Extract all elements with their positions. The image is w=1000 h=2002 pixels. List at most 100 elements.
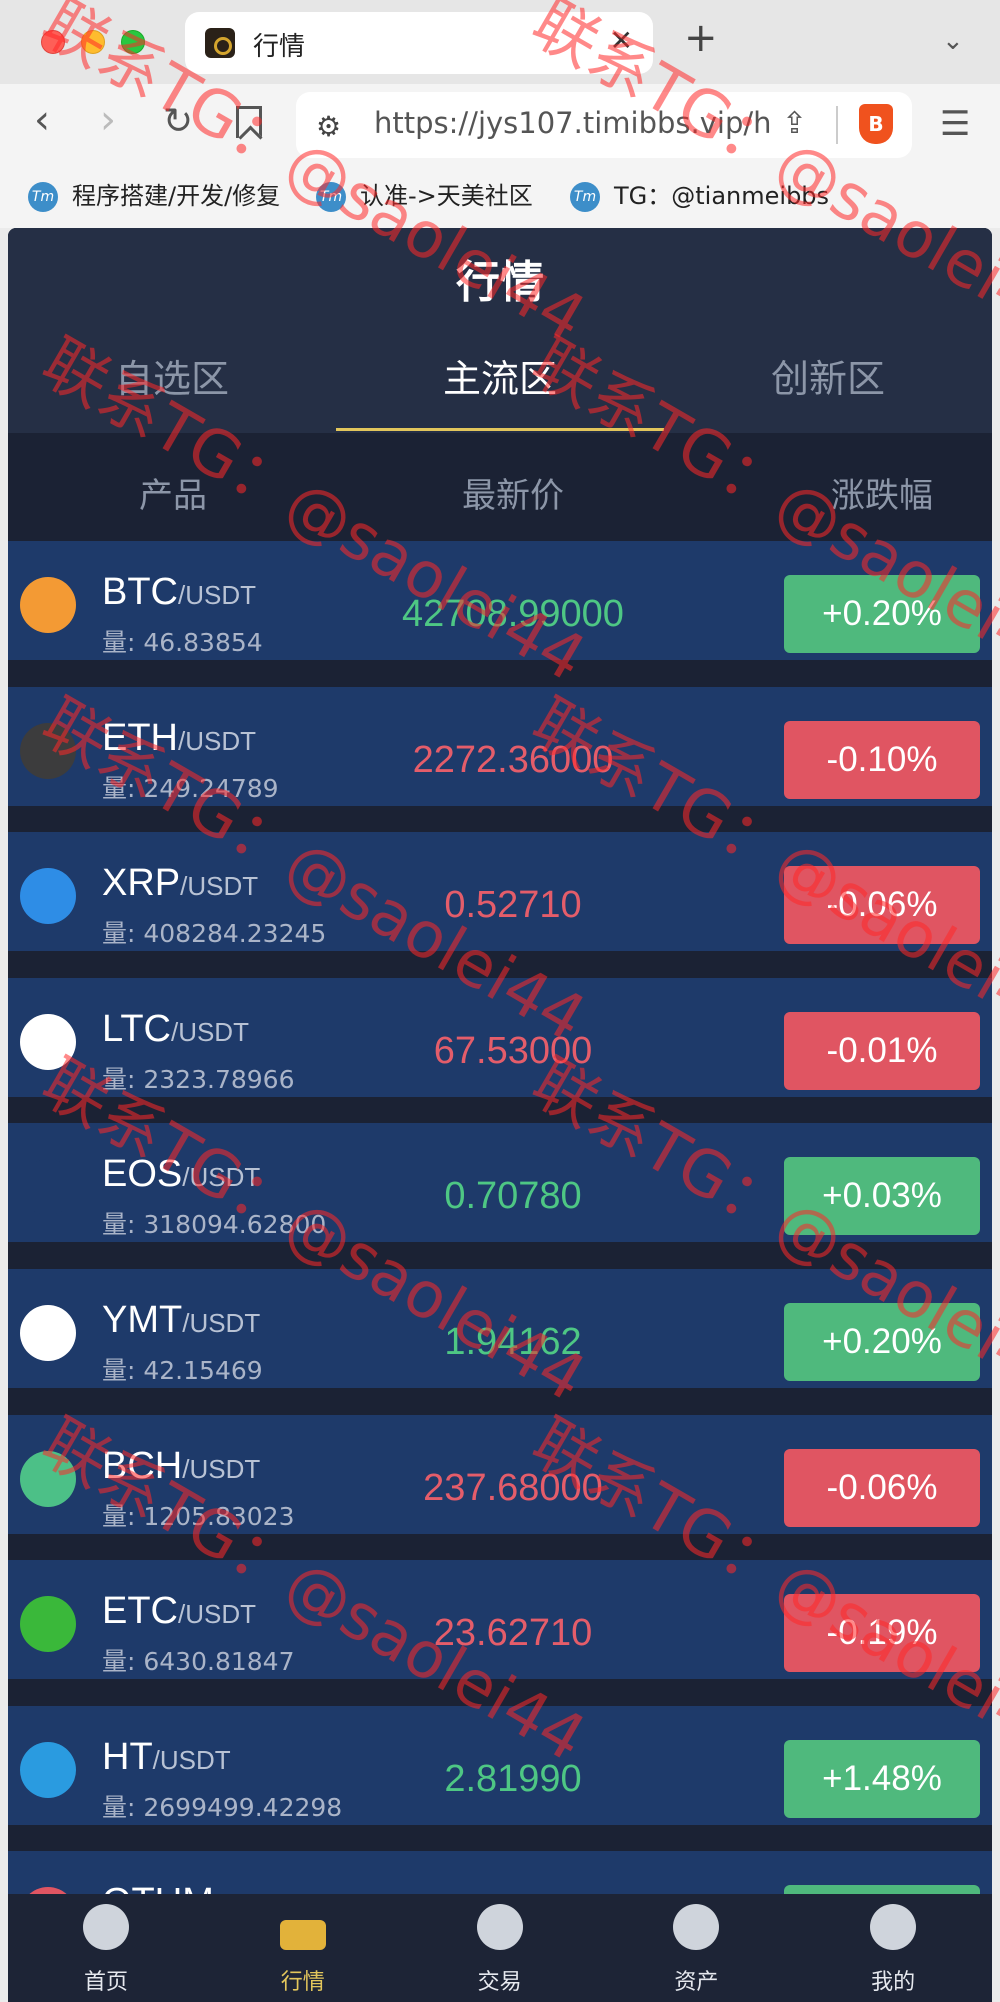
litecoin-icon (20, 1013, 76, 1070)
market-row[interactable]: ETC/USDT 量: 6430.81847 23.62710 -0.19% (8, 1560, 992, 1680)
tab-innovation[interactable]: 创新区 (664, 348, 992, 403)
pair-symbol: HT/USDT (102, 1736, 231, 1779)
share-icon[interactable]: ⇪ (782, 106, 807, 141)
nav-label: 资产 (674, 1970, 719, 1995)
change-badge: -0.10% (784, 720, 980, 799)
volume-text: 量: 42.15469 (102, 1356, 263, 1385)
last-price: 42708.99000 (402, 593, 624, 635)
site-settings-icon[interactable]: ⚙ (316, 110, 341, 143)
back-arrow-icon[interactable]: ‹ (34, 100, 50, 140)
pair-symbol: BTC/USDT (102, 571, 256, 614)
column-header-change: 涨跌幅 (831, 476, 933, 516)
pair-symbol: LTC/USDT (102, 1008, 249, 1051)
base-symbol: BCH (102, 1444, 183, 1487)
tab-mainstream[interactable]: 主流区 (336, 348, 664, 403)
bookmark-label: 认准->天美社区 (360, 182, 533, 210)
tab-favorites[interactable]: 自选区 (8, 348, 336, 403)
bookmark-label: 程序搭建/开发/修复 (72, 182, 281, 210)
change-badge: +0.20% (784, 575, 980, 653)
bookmarks-bar: Tm 程序搭建/开发/修复 Tm 认准->天美社区 Tm TG：@tianmeibbs (0, 166, 1000, 228)
reload-icon[interactable]: ↻ (163, 104, 193, 140)
nav-item[interactable]: 首页 (8, 1904, 204, 1996)
pair-symbol: EOS/USDT (102, 1153, 260, 1196)
market-row[interactable]: ETH/USDT 量: 249.24789 2272.36000 -0.10% (8, 686, 992, 806)
huobi-token-icon (20, 1741, 76, 1798)
market-row[interactable]: XRP/USDT 量: 408284.23245 0.52710 -0.06% (8, 832, 992, 952)
bookmark-favicon-icon: Tm (316, 182, 346, 212)
base-symbol: ETC (102, 1590, 178, 1633)
change-badge: +0.20% (784, 1303, 980, 1381)
hamburger-menu-icon[interactable]: ☰ (940, 104, 970, 144)
base-symbol: YMT (102, 1299, 183, 1341)
profile-icon (870, 1904, 917, 1950)
bookmark-label: TG：@tianmeibbs (614, 182, 830, 210)
base-symbol: ETH (102, 716, 178, 759)
bitcoin-cash-icon (20, 1450, 76, 1507)
pair-symbol: ETC/USDT (102, 1590, 256, 1633)
url-text[interactable]: https://jys107.timibbs.vip/h... (374, 106, 774, 140)
quote-symbol: /USDT (180, 871, 259, 902)
bookmark-icon[interactable] (236, 106, 262, 138)
base-symbol: EOS (102, 1153, 183, 1196)
active-tab-indicator (336, 428, 664, 431)
quote-symbol: /USDT (182, 1308, 261, 1338)
market-row[interactable]: YMT/USDT 量: 42.15469 1.94162 +0.20% (8, 1269, 992, 1388)
change-badge: -0.19% (784, 1594, 980, 1673)
market-row[interactable]: BCH/USDT 量: 1205.83023 237.68000 -0.06% (8, 1414, 992, 1534)
volume-text: 量: 2699499.42298 (102, 1792, 343, 1822)
ripple-icon (20, 868, 76, 925)
trade-icon (476, 1904, 523, 1950)
column-header-product: 产品 (139, 476, 207, 516)
tab-close-icon[interactable]: ✕ (610, 24, 633, 57)
window-close-button[interactable] (41, 30, 65, 54)
last-price: 67.53000 (433, 1029, 593, 1072)
base-symbol: BTC (102, 571, 178, 613)
nav-item[interactable]: 我的 (795, 1904, 991, 1996)
market-row[interactable]: EOS/USDT 量: 318094.62800 0.70780 +0.03% (8, 1123, 992, 1243)
window-zoom-button[interactable] (121, 30, 145, 54)
change-badge: -0.06% (784, 866, 980, 945)
browser-toolbar: ‹ › ↻ ⚙ https://jys107.timibbs.vip/h... … (0, 84, 1000, 166)
nav-item[interactable]: 交易 (402, 1904, 598, 1996)
bitcoin-icon (20, 577, 76, 633)
last-price: 23.62710 (433, 1612, 593, 1655)
new-tab-button[interactable]: + (684, 18, 718, 58)
market-row[interactable]: HT/USDT 量: 2699499.42298 2.81990 +1.48% (8, 1705, 992, 1825)
market-row[interactable]: LTC/USDT 量: 2323.78966 67.53000 -0.01% (8, 977, 992, 1097)
quote-symbol: /USDT (170, 1016, 249, 1047)
volume-text: 量: 2323.78966 (102, 1064, 295, 1094)
nav-label: 行情 (280, 1970, 325, 1995)
bookmark-favicon-icon: Tm (28, 182, 58, 212)
nav-label: 我的 (871, 1970, 916, 1995)
eos-icon (20, 1159, 76, 1216)
ethereum-icon (20, 722, 76, 779)
ethereum-classic-icon (20, 1596, 76, 1653)
bookmark-item[interactable]: Tm TG：@tianmeibbs (570, 176, 829, 212)
pair-symbol: ETH/USDT (102, 717, 256, 760)
pair-symbol: XRP/USDT (102, 862, 258, 905)
nav-item[interactable]: 行情 (205, 1904, 401, 1996)
nav-label: 首页 (83, 1970, 128, 1995)
brave-shields-icon[interactable]: B (859, 104, 893, 144)
nav-item[interactable]: 资产 (598, 1904, 794, 1996)
browser-tab[interactable]: 行情 ✕ (185, 12, 653, 74)
forward-arrow-icon[interactable]: › (100, 100, 116, 140)
last-price: 0.52710 (444, 884, 582, 927)
window-minimize-button[interactable] (81, 30, 105, 54)
tab-list-chevron-icon[interactable]: ⌄ (942, 26, 964, 56)
pair-symbol: BCH/USDT (102, 1445, 260, 1488)
quote-symbol: /USDT (178, 1599, 256, 1630)
bookmark-item[interactable]: Tm 认准->天美社区 (316, 176, 533, 212)
last-price: 2272.36000 (412, 738, 614, 781)
bookmark-favicon-icon: Tm (570, 182, 600, 212)
address-bar[interactable]: ⚙ https://jys107.timibbs.vip/h... ⇪ B (296, 92, 912, 158)
bookmark-item[interactable]: Tm 程序搭建/开发/修复 (28, 176, 280, 212)
quote-symbol: /USDT (182, 1162, 261, 1193)
market-row[interactable]: BTC/USDT 量: 46.83854 42708.99000 +0.20% (8, 541, 992, 660)
bottom-navigation: 首页 行情 交易 资产 我的 (8, 1894, 992, 2002)
nav-label: 交易 (477, 1970, 522, 1995)
ymt-icon (20, 1305, 76, 1361)
quote-symbol: /USDT (178, 725, 256, 756)
address-divider (836, 106, 838, 144)
browser-titlebar: 行情 ✕ + ⌄ (0, 0, 1000, 84)
